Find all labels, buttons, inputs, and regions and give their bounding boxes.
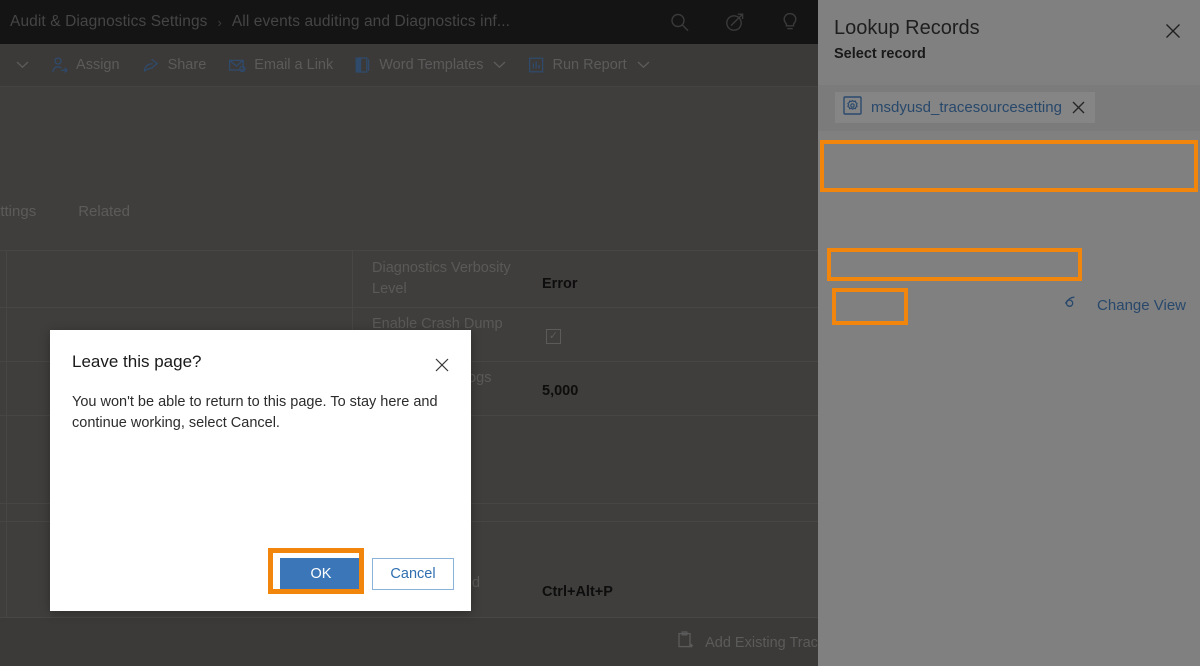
change-view-button[interactable]: Change View [1064, 295, 1186, 315]
lookup-panel-title: Lookup Records [834, 17, 980, 40]
email-link-icon [228, 57, 247, 74]
dialog-action-row: OK Cancel [50, 558, 471, 590]
eye-icon [1064, 295, 1085, 315]
dialog-message: You won't be able to return to this page… [72, 392, 440, 434]
tab-related[interactable]: Related [64, 203, 144, 220]
search-icon[interactable] [669, 12, 690, 33]
top-navigation-bar: Audit & Diagnostics Settings › All event… [0, 0, 818, 44]
form-divider [0, 250, 818, 251]
leave-page-dialog: Leave this page? You won't be able to re… [50, 330, 471, 611]
command-word-templates[interactable]: Word Templates [344, 44, 517, 86]
run-report-icon [528, 56, 545, 74]
chevron-down-icon [637, 57, 650, 73]
assign-person-icon [51, 56, 69, 74]
command-label: Email a Link [254, 57, 333, 73]
command-email-a-link[interactable]: Email a Link [217, 44, 344, 86]
add-existing-trace-label: Add Existing Trace [705, 635, 818, 651]
entity-chip-label: msdyusd_tracesourcesetting [871, 99, 1062, 116]
chevron-down-icon [16, 57, 29, 73]
assistant-icon[interactable] [724, 11, 746, 33]
command-run-report[interactable]: Run Report [517, 44, 660, 86]
command-label: Share [168, 57, 207, 73]
command-share[interactable]: Share [131, 44, 218, 86]
field-label-diagnostics-verbosity-level: Diagnostics Verbosity Level [372, 258, 542, 300]
lightbulb-icon[interactable] [780, 11, 800, 33]
breadcrumb-parent[interactable]: Audit & Diagnostics Settings [10, 13, 208, 31]
share-icon [142, 56, 161, 74]
entity-chip[interactable]: msdyusd_tracesourcesetting [835, 92, 1095, 123]
cancel-button[interactable]: Cancel [372, 558, 454, 590]
form-tab-strip: Settings Related [0, 190, 818, 232]
breadcrumb: Audit & Diagnostics Settings › All event… [0, 13, 510, 31]
lookup-records-panel: Lookup Records Select record msdyusd_tra… [818, 0, 1200, 666]
command-assign[interactable]: Assign [40, 44, 131, 86]
add-existing-trace-button[interactable]: Add Existing Trace [676, 631, 818, 654]
field-value-diagnostics-verbosity-level: Error [542, 274, 577, 294]
change-view-label: Change View [1097, 297, 1186, 314]
field-value-shortcut: Ctrl+Alt+P [542, 582, 613, 602]
lookup-panel-header: Lookup Records Select record [818, 0, 1200, 76]
form-divider [0, 307, 818, 308]
screen-root: Audit & Diagnostics Settings › All event… [0, 0, 1200, 666]
chevron-right-icon: › [218, 15, 222, 30]
command-label: Run Report [552, 57, 626, 73]
dialog-title: Leave this page? [72, 352, 202, 372]
breadcrumb-current: All events auditing and Diagnostics inf.… [232, 13, 510, 31]
chevron-down-icon [493, 57, 506, 73]
top-bar-icon-group [669, 0, 800, 44]
field-value-enable-crash-dump[interactable]: ✓ [546, 329, 561, 344]
entity-gear-icon [843, 96, 862, 120]
form-column-divider [6, 250, 7, 617]
add-existing-record-icon [676, 631, 695, 654]
field-value-logs: 5,000 [542, 381, 578, 401]
tab-settings[interactable]: Settings [0, 203, 50, 220]
entity-filter-row: msdyusd_tracesourcesetting [818, 85, 1200, 131]
highlight-box-ok-button [268, 548, 364, 594]
form-footer-bar: Add Existing Trace [0, 617, 818, 666]
command-overflow[interactable] [0, 44, 40, 86]
command-label: Assign [76, 57, 120, 73]
word-template-icon [355, 56, 372, 74]
lookup-panel-subtitle: Select record [834, 46, 926, 62]
command-bar: Assign Share Email a Link [0, 44, 818, 87]
overflow-label [2, 57, 6, 73]
command-label: Word Templates [379, 57, 483, 73]
field-label-logs: Logs [460, 368, 540, 389]
field-label-shortcut: d [472, 573, 512, 594]
close-icon[interactable] [1071, 100, 1086, 115]
close-icon[interactable] [1160, 18, 1186, 44]
close-icon[interactable] [431, 354, 453, 376]
